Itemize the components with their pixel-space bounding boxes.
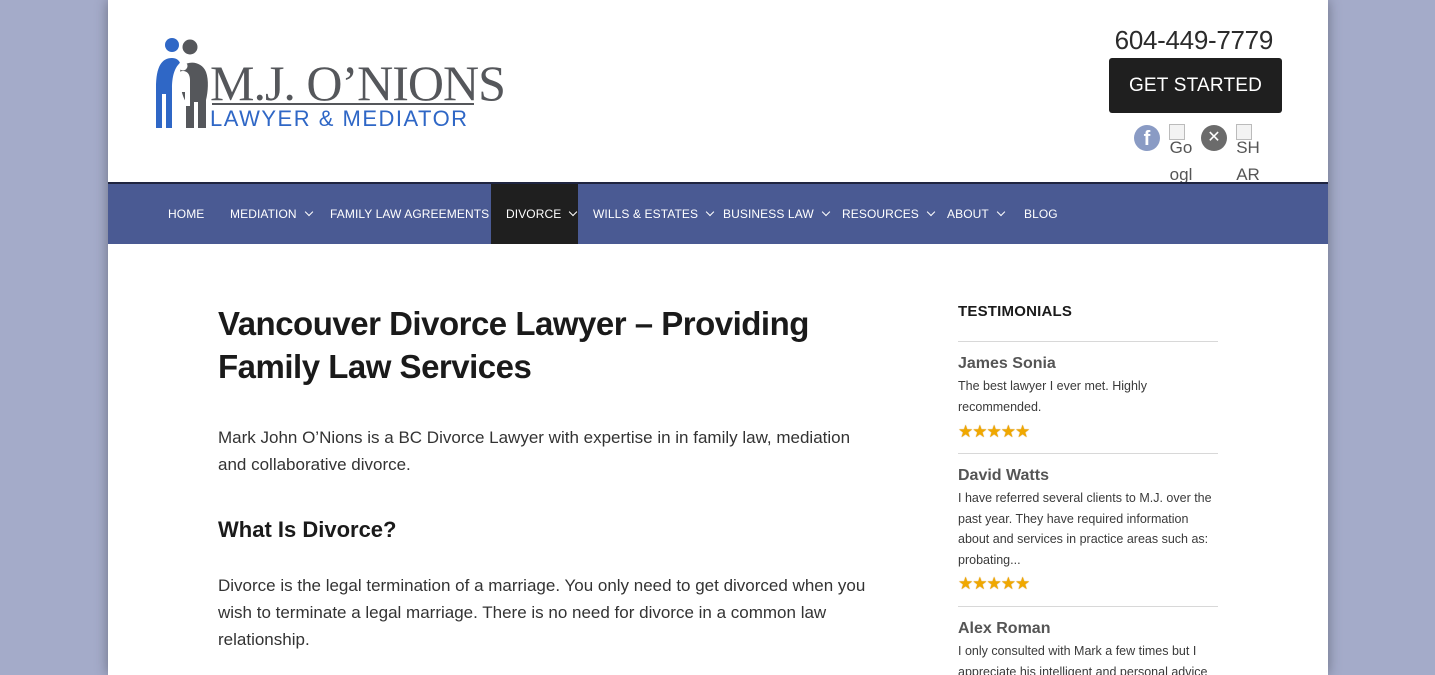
testimonial-name: James Sonia [958, 355, 1056, 372]
chevron-down-icon [569, 207, 578, 217]
logo-name: M.J. O’NIONS [210, 55, 506, 111]
testimonial-name: David Watts [958, 467, 1049, 484]
nav-item-mediation[interactable]: MEDIATION [230, 184, 313, 244]
intro-paragraph: Mark John O’Nions is a BC Divorce Lawyer… [218, 428, 851, 474]
chevron-down-icon [705, 207, 715, 217]
logo-rule [212, 103, 474, 105]
chevron-down-icon [821, 207, 831, 217]
sidebar-title: TESTIMONIALS [958, 303, 1073, 320]
testimonial-text: I only consulted with Mark a few times b… [958, 644, 1208, 675]
nav-item-business-law[interactable]: BUSINESS LAW [723, 184, 831, 244]
chevron-down-icon [304, 207, 313, 217]
nav-item-family-law-agreements[interactable]: FAMILY LAW AGREEMENTS [330, 184, 506, 244]
get-started-button[interactable]: GET STARTED [1109, 58, 1282, 113]
star-rating-icon: ★★★★★ [958, 422, 1030, 441]
chevron-down-icon [926, 207, 936, 217]
nav-item-divorce[interactable]: DIVORCE [491, 184, 578, 244]
family-figures-icon [156, 38, 208, 128]
main-navigation: HOME MEDIATION FAMILY LAW AGREEMENTS DIV… [108, 182, 1328, 244]
star-rating-icon: ★★★★★ [958, 574, 1030, 593]
divider [958, 606, 1218, 607]
nav-item-wills-estates[interactable]: WILLS & ESTATES [593, 184, 715, 244]
divider [958, 453, 1218, 454]
logo-tagline: LAWYER & MEDIATOR [210, 106, 469, 131]
page: M.J. O’NIONS LAWYER & MEDIATOR 604-449-7… [108, 0, 1328, 675]
testimonial-text: I have referred several clients to M.J. … [958, 491, 1212, 567]
logo[interactable]: M.J. O’NIONS LAWYER & MEDIATOR [152, 36, 506, 132]
nav-item-blog[interactable]: BLOG [1024, 184, 1058, 244]
chevron-down-icon [996, 207, 1006, 217]
section-paragraph: Divorce is the legal termination of a ma… [218, 576, 866, 649]
section-heading: What Is Divorce? [218, 517, 397, 542]
testimonial-name: Alex Roman [958, 620, 1051, 637]
x-twitter-icon[interactable]: ✕ [1201, 125, 1227, 151]
divider [958, 341, 1218, 342]
facebook-icon[interactable]: f [1134, 125, 1160, 151]
nav-item-home[interactable]: HOME [168, 184, 204, 244]
phone-number[interactable]: 604-449-7779 [1115, 24, 1274, 56]
nav-item-about[interactable]: ABOUT [947, 184, 1006, 244]
testimonial-text: The best lawyer I ever met. Highly recom… [958, 379, 1147, 414]
nav-item-resources[interactable]: RESOURCES [842, 184, 936, 244]
page-title: Vancouver Divorce Lawyer – Providing Fam… [218, 305, 809, 385]
